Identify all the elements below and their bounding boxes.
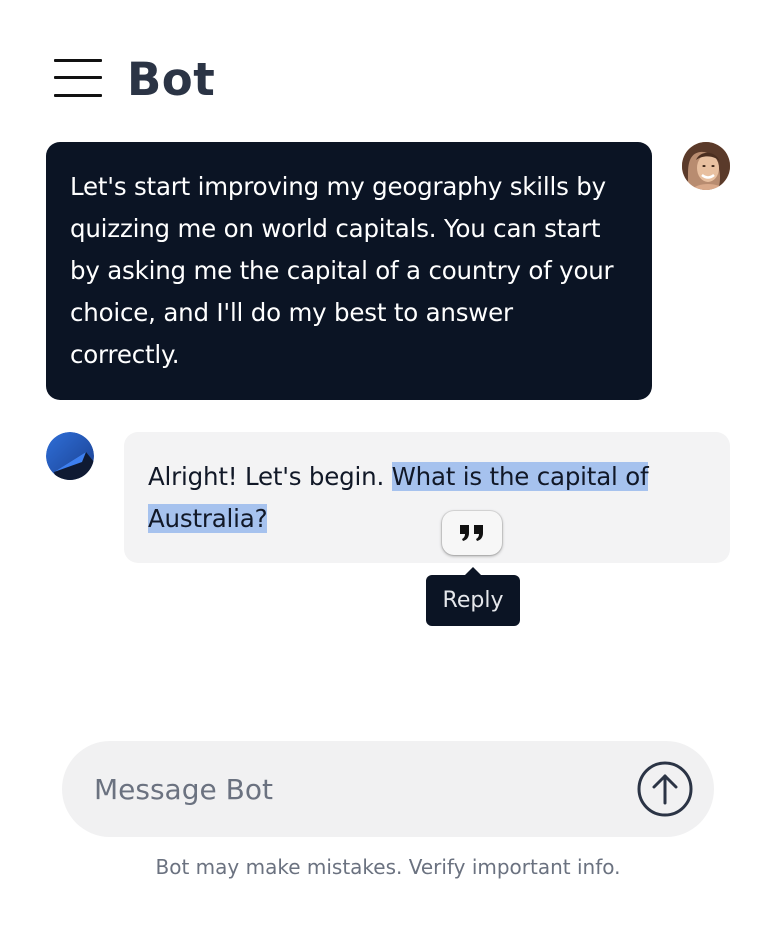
user-message: Let's start improving my geography skill… [46, 142, 652, 400]
reply-tooltip: Reply [426, 575, 520, 626]
arrow-up-circle-icon [637, 761, 693, 817]
hamburger-menu-icon-bar [54, 94, 102, 97]
bot-avatar [46, 432, 94, 480]
quote-reply-button[interactable] [442, 511, 502, 555]
hamburger-menu-icon [54, 59, 102, 62]
user-avatar [682, 142, 730, 190]
user-avatar-image [682, 142, 730, 190]
send-button[interactable] [637, 761, 693, 817]
quote-icon [460, 525, 483, 541]
bot-message-plain-text: Alright! Let's begin. [148, 462, 392, 491]
menu-button[interactable] [54, 58, 102, 98]
user-message-text: Let's start improving my geography skill… [70, 172, 614, 369]
bot-message: Alright! Let's begin. What is the capita… [124, 432, 730, 563]
tooltip-arrow [465, 567, 481, 575]
bot-message-text: Alright! Let's begin. What is the capita… [148, 456, 718, 540]
message-input[interactable] [94, 767, 614, 811]
page-title: Bot [127, 53, 216, 106]
hamburger-menu-icon-bar [54, 76, 102, 79]
disclaimer-text: Bot may make mistakes. Verify important … [155, 855, 621, 879]
message-composer [62, 741, 714, 837]
bot-avatar-icon [46, 432, 94, 480]
